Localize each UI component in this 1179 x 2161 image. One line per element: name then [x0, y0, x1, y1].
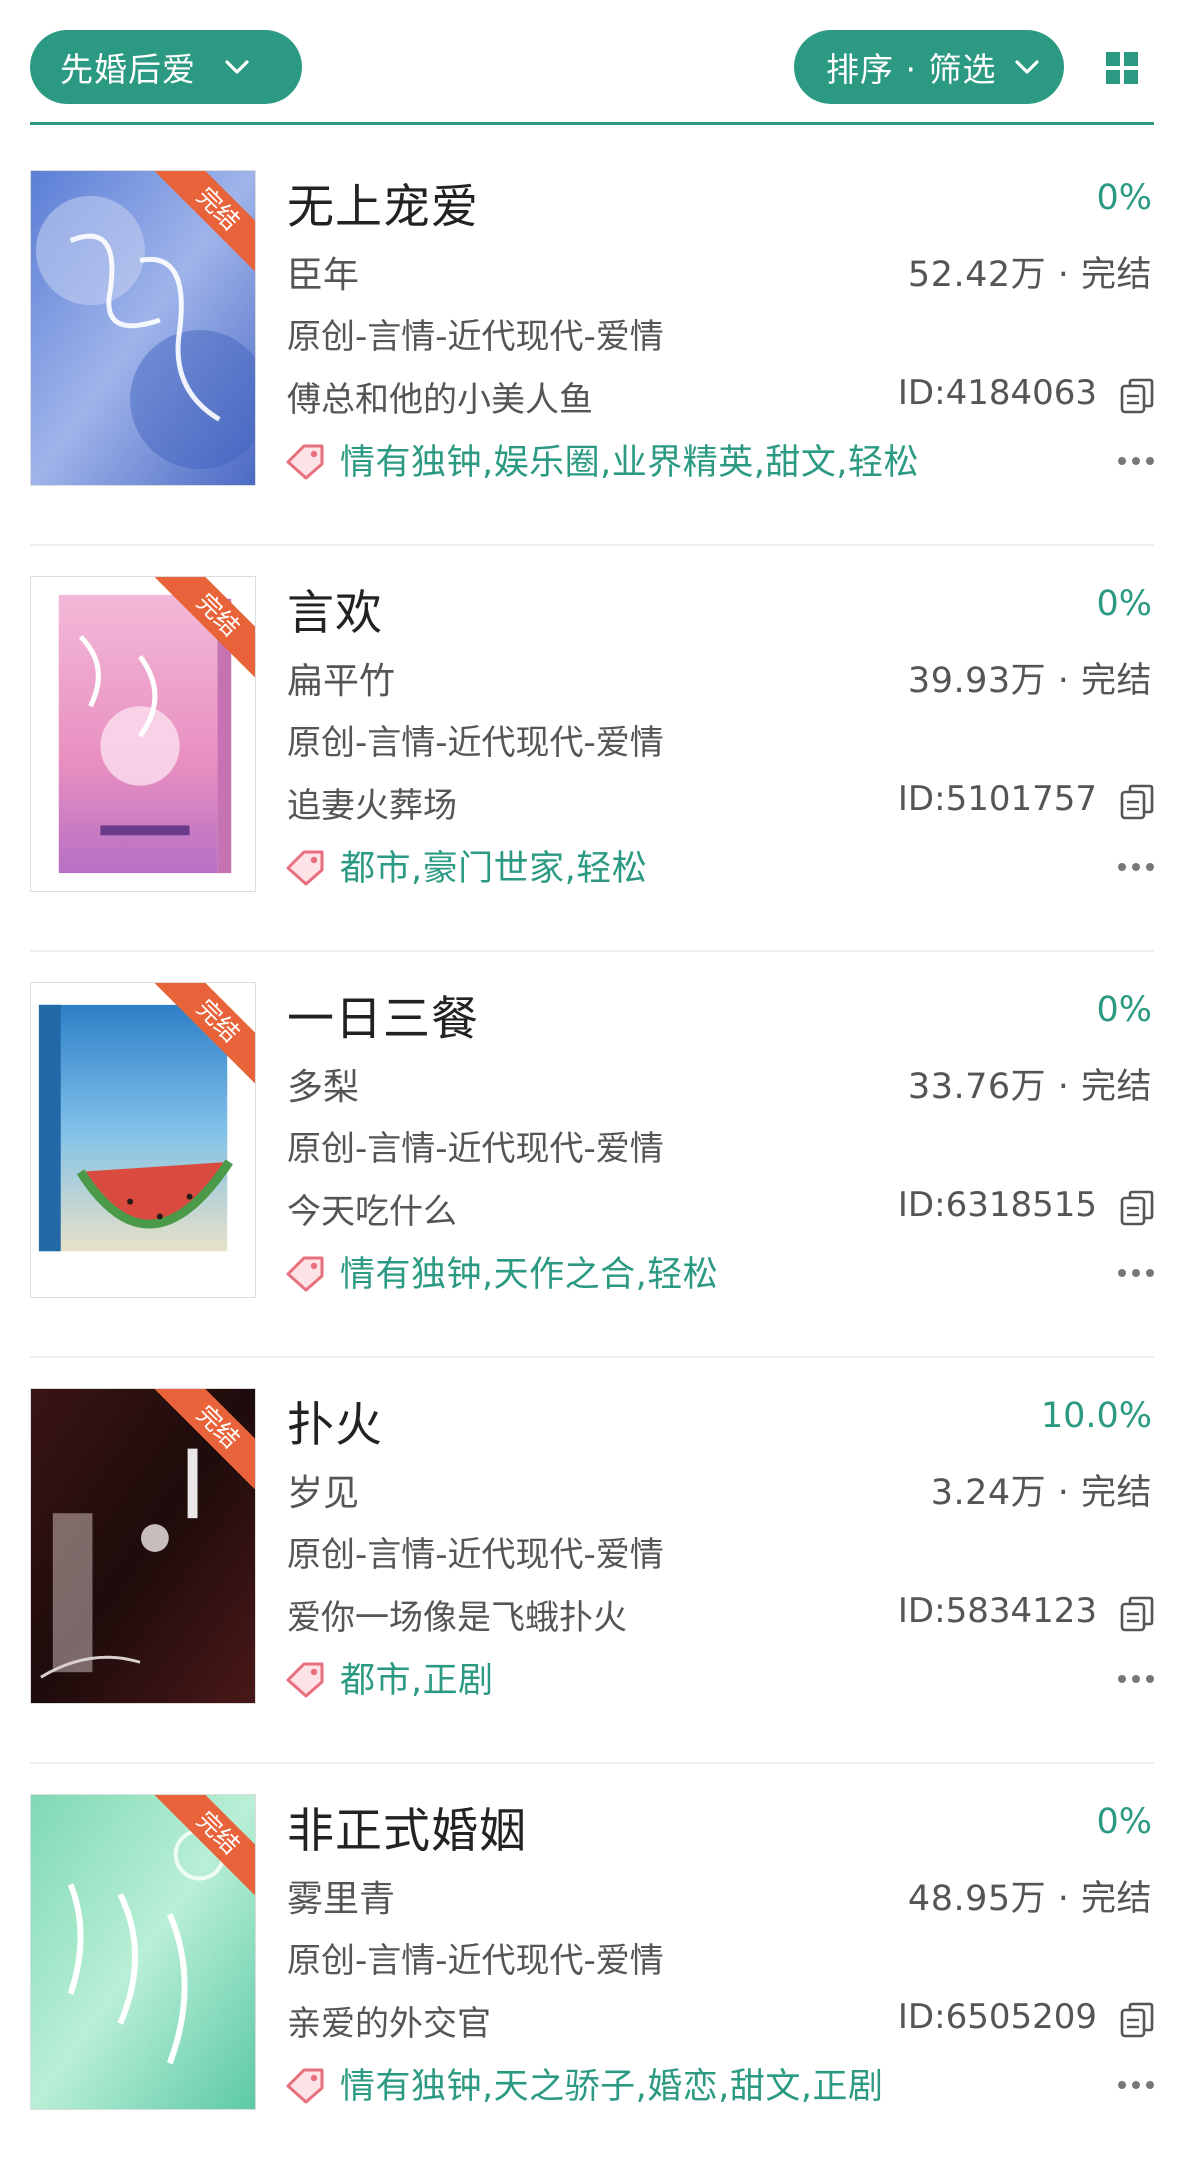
book-category: 原创-言情-近代现代-爱情	[287, 1129, 664, 1169]
chevron-down-icon	[225, 60, 249, 74]
card-divider	[30, 950, 1154, 952]
word-count-status: 3.24万 · 完结	[930, 1473, 1152, 1513]
book-id: ID:5101757	[897, 779, 1097, 819]
card-divider	[30, 1762, 1154, 1764]
status-ribbon: 完结	[155, 1795, 255, 1895]
chevron-down-icon	[1015, 60, 1040, 74]
book-tags[interactable]: 情有独钟,娱乐圈,业界精英,甜文,轻松	[340, 434, 919, 485]
copy-icon[interactable]	[1120, 1596, 1154, 1632]
copy-icon[interactable]	[1120, 1190, 1154, 1226]
book-title[interactable]: 扑火	[287, 1386, 383, 1455]
more-icon[interactable]	[1116, 456, 1156, 466]
tag-icon	[286, 850, 324, 886]
more-icon[interactable]	[1116, 2080, 1156, 2090]
read-progress: 0%	[1096, 178, 1152, 218]
book-card[interactable]: 完结 一日三餐 0% 多梨 33.76万 · 完结 原创-言情-近代现代-爱情 …	[0, 978, 1179, 1384]
grid-icon[interactable]	[1106, 52, 1138, 84]
book-cover[interactable]: 完结	[30, 1794, 256, 2110]
book-cover[interactable]: 完结	[30, 170, 256, 486]
status-ribbon-label: 完结	[155, 1389, 255, 1489]
more-icon[interactable]	[1116, 1268, 1156, 1278]
book-description: 亲爱的外交官	[287, 2004, 491, 2044]
book-id: ID:4184063	[897, 373, 1097, 413]
book-tags[interactable]: 情有独钟,天之骄子,婚恋,甜文,正剧	[340, 2058, 884, 2109]
book-title[interactable]: 言欢	[287, 574, 383, 643]
more-icon[interactable]	[1116, 862, 1156, 872]
book-author[interactable]: 臣年	[287, 246, 359, 298]
tag-icon	[286, 1662, 324, 1698]
sort-filter-label: 排序 · 筛选	[826, 50, 997, 89]
more-icon[interactable]	[1116, 1674, 1156, 1684]
book-author[interactable]: 扁平竹	[287, 652, 395, 704]
book-list: 完结 无上宠爱 0% 臣年 52.42万 · 完结 原创-言情-近代现代-爱情 …	[0, 166, 1179, 2161]
status-ribbon-label: 完结	[155, 1795, 255, 1895]
book-cover[interactable]: 完结	[30, 576, 256, 892]
book-category: 原创-言情-近代现代-爱情	[287, 317, 664, 357]
book-tags[interactable]: 情有独钟,天作之合,轻松	[340, 1246, 718, 1297]
sort-filter-button[interactable]: 排序 · 筛选	[794, 30, 1064, 104]
book-id: ID:5834123	[897, 1591, 1097, 1631]
book-id: ID:6318515	[897, 1185, 1097, 1225]
book-cover[interactable]: 完结	[30, 982, 256, 1298]
category-dropdown-label: 先婚后爱	[60, 50, 196, 89]
status-ribbon: 完结	[155, 1389, 255, 1489]
status-ribbon: 完结	[155, 577, 255, 677]
book-description: 追妻火葬场	[287, 786, 457, 826]
read-progress: 0%	[1096, 584, 1152, 624]
status-ribbon-label: 完结	[155, 577, 255, 677]
card-divider	[30, 1356, 1154, 1358]
book-title[interactable]: 无上宠爱	[287, 168, 479, 237]
read-progress: 0%	[1096, 990, 1152, 1030]
book-category: 原创-言情-近代现代-爱情	[287, 1941, 664, 1981]
status-ribbon-label: 完结	[155, 171, 255, 271]
book-card[interactable]: 完结 无上宠爱 0% 臣年 52.42万 · 完结 原创-言情-近代现代-爱情 …	[0, 166, 1179, 572]
book-author[interactable]: 多梨	[287, 1058, 359, 1110]
book-description: 傅总和他的小美人鱼	[287, 380, 593, 420]
tag-icon	[286, 444, 324, 480]
copy-icon[interactable]	[1120, 378, 1154, 414]
read-progress: 10.0%	[1040, 1396, 1152, 1436]
book-card[interactable]: 完结 非正式婚姻 0% 雾里青 48.95万 · 完结 原创-言情-近代现代-爱…	[0, 1790, 1179, 2161]
book-author[interactable]: 岁见	[287, 1464, 359, 1516]
book-author[interactable]: 雾里青	[287, 1870, 395, 1922]
book-tags[interactable]: 都市,豪门世家,轻松	[340, 840, 647, 891]
word-count-status: 33.76万 · 完结	[907, 1067, 1152, 1107]
status-ribbon: 完结	[155, 171, 255, 271]
word-count-status: 48.95万 · 完结	[907, 1879, 1152, 1919]
top-bar: 先婚后爱 排序 · 筛选	[0, 0, 1179, 126]
book-card[interactable]: 完结 言欢 0% 扁平竹 39.93万 · 完结 原创-言情-近代现代-爱情 追…	[0, 572, 1179, 978]
copy-icon[interactable]	[1120, 2002, 1154, 2038]
word-count-status: 52.42万 · 完结	[907, 255, 1152, 295]
book-description: 爱你一场像是飞蛾扑火	[287, 1598, 627, 1638]
card-divider	[30, 544, 1154, 546]
copy-icon[interactable]	[1120, 784, 1154, 820]
book-card[interactable]: 完结 扑火 10.0% 岁见 3.24万 · 完结 原创-言情-近代现代-爱情 …	[0, 1384, 1179, 1790]
tag-icon	[286, 1256, 324, 1292]
book-title[interactable]: 非正式婚姻	[287, 1792, 527, 1861]
header-divider	[30, 122, 1154, 125]
book-tags[interactable]: 都市,正剧	[340, 1652, 494, 1703]
status-ribbon-label: 完结	[155, 983, 255, 1083]
tag-icon	[286, 2068, 324, 2104]
book-cover[interactable]: 完结	[30, 1388, 256, 1704]
book-description: 今天吃什么	[287, 1192, 457, 1232]
book-category: 原创-言情-近代现代-爱情	[287, 723, 664, 763]
status-ribbon: 完结	[155, 983, 255, 1083]
read-progress: 0%	[1096, 1802, 1152, 1842]
book-category: 原创-言情-近代现代-爱情	[287, 1535, 664, 1575]
book-title[interactable]: 一日三餐	[287, 980, 479, 1049]
word-count-status: 39.93万 · 完结	[907, 661, 1152, 701]
book-id: ID:6505209	[897, 1997, 1097, 2037]
category-dropdown[interactable]: 先婚后爱	[30, 30, 302, 104]
